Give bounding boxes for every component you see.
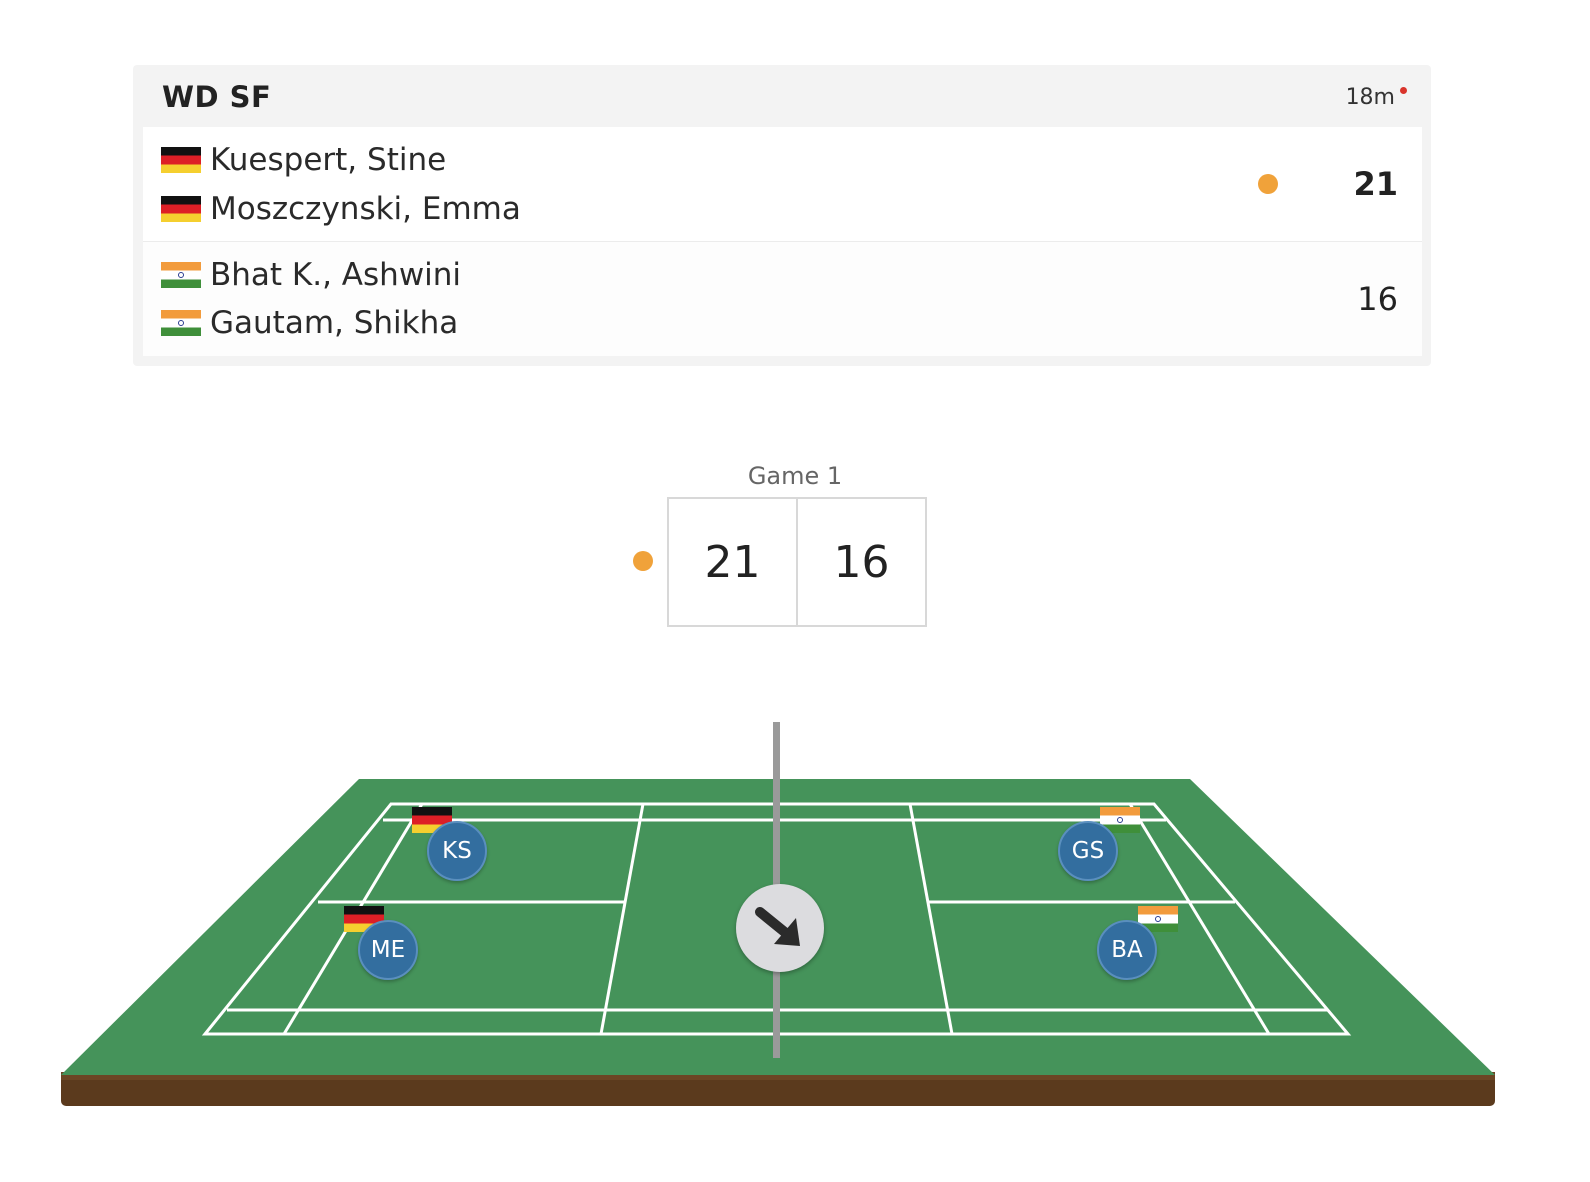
player-position-ba: BA bbox=[1097, 920, 1157, 980]
player-position-ks: KS bbox=[427, 821, 487, 881]
arrow-down-right-icon bbox=[755, 907, 800, 946]
shuttle-direction-button[interactable] bbox=[736, 884, 824, 972]
badminton-court bbox=[61, 722, 1495, 1106]
player-position-gs: GS bbox=[1058, 821, 1118, 881]
player-position-me: ME bbox=[358, 920, 418, 980]
